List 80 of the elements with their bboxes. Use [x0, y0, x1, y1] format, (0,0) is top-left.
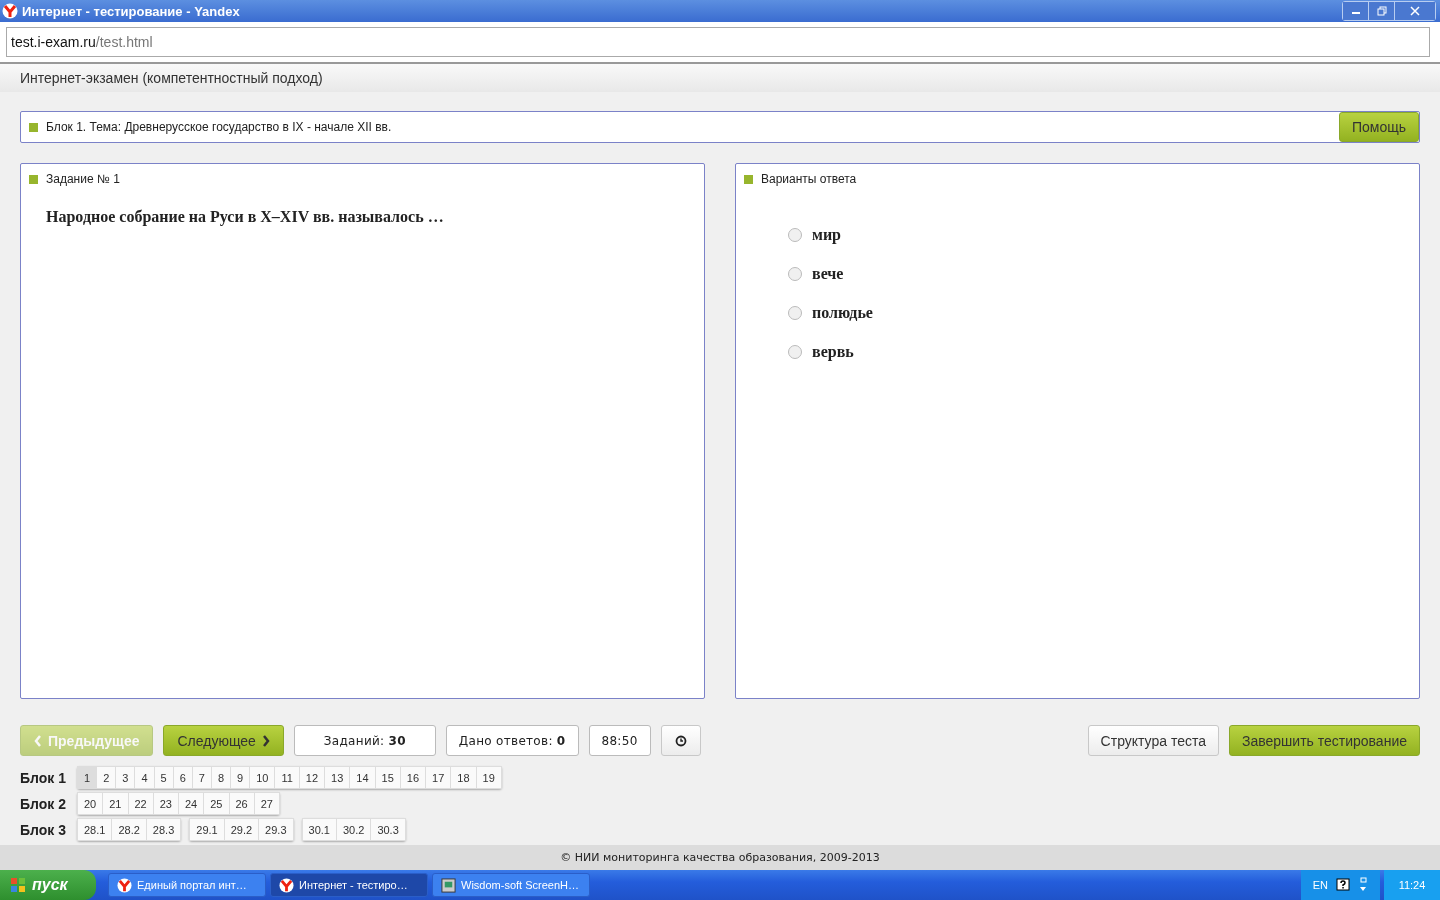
- close-icon: [1410, 6, 1420, 16]
- block-label: Блок 1: [20, 769, 67, 786]
- address-field[interactable]: test.i-exam.ru/test.html: [6, 27, 1430, 57]
- task-number-button[interactable]: 28.1: [77, 818, 113, 841]
- task-number-button[interactable]: 20: [77, 792, 104, 815]
- task-number-button[interactable]: 10: [250, 766, 276, 789]
- restore-icon: [1376, 6, 1387, 16]
- square-icon: [744, 174, 753, 184]
- radio-button[interactable]: [788, 345, 802, 359]
- task-number-button[interactable]: 22: [128, 792, 154, 815]
- block-label: Блок 3: [20, 821, 67, 838]
- timer: 88:50: [588, 725, 651, 756]
- help-button[interactable]: Помощь: [1338, 112, 1419, 142]
- window-title: Интернет - тестирование - Yandex: [22, 3, 240, 19]
- task-number-button[interactable]: 29.1: [189, 818, 225, 841]
- taskbar-item[interactable]: Wisdom-soft ScreenH…: [432, 873, 590, 897]
- task-number-button[interactable]: 19: [476, 766, 502, 789]
- answer-count: Дано ответов: 0: [458, 733, 566, 748]
- task-number-button[interactable]: 29.2: [224, 818, 260, 841]
- answer-option[interactable]: полюдье: [812, 304, 873, 322]
- task-number-button[interactable]: 14: [350, 766, 376, 789]
- task-number-button[interactable]: 12: [299, 766, 326, 789]
- finish-test-button[interactable]: Завершить тестирование: [1229, 725, 1420, 756]
- task-number-button[interactable]: 28.3: [146, 818, 182, 841]
- answer-option[interactable]: вече: [812, 265, 844, 283]
- task-number-button[interactable]: 13: [325, 766, 351, 789]
- square-icon: [29, 122, 38, 132]
- task-number-button[interactable]: 1: [77, 766, 98, 789]
- task-number-button[interactable]: 11: [275, 766, 300, 789]
- panel-title: Варианты ответа: [761, 172, 857, 186]
- answer-option[interactable]: вервь: [812, 343, 854, 361]
- radio-button[interactable]: [788, 267, 802, 281]
- clock-icon: [674, 734, 687, 747]
- task-number-button[interactable]: 29.3: [259, 818, 294, 841]
- task-number-button[interactable]: 30.1: [301, 818, 337, 841]
- next-button[interactable]: Следующее: [163, 725, 284, 756]
- restore-button[interactable]: [1369, 2, 1395, 20]
- task-number-button[interactable]: 23: [153, 792, 179, 815]
- task-number-button[interactable]: 15: [375, 766, 401, 789]
- windows-logo-icon: [10, 877, 26, 893]
- square-icon: [29, 174, 38, 184]
- task-number-button[interactable]: 18: [451, 766, 477, 789]
- chevron-left-icon: [34, 734, 42, 747]
- panel-title: Задание № 1: [46, 172, 120, 186]
- task-count: Заданий: 30: [323, 733, 406, 748]
- answer-option[interactable]: мир: [812, 226, 841, 244]
- task-number-button[interactable]: 3: [116, 766, 136, 789]
- task-number-button[interactable]: 4: [135, 766, 155, 789]
- block-topic: Блок 1. Тема: Древнерусское государство в IX - начале XII вв.: [46, 120, 392, 134]
- app-icon: [441, 877, 456, 893]
- task-number-button[interactable]: 28.2: [112, 818, 147, 841]
- task-number-button[interactable]: 27: [254, 792, 280, 815]
- browser-logo-icon: [2, 3, 18, 19]
- test-structure-button[interactable]: Структура теста: [1087, 725, 1219, 756]
- close-button[interactable]: [1395, 2, 1435, 20]
- minimize-button[interactable]: [1343, 2, 1369, 20]
- radio-button[interactable]: [788, 306, 802, 320]
- taskbar-item[interactable]: Единый портал инт…: [108, 873, 266, 897]
- task-number-button[interactable]: 26: [229, 792, 255, 815]
- task-number-button[interactable]: 21: [103, 792, 129, 815]
- task-number-button[interactable]: 30.2: [336, 818, 372, 841]
- browser-logo-icon: [279, 877, 294, 893]
- page-header: Интернет-экзамен (компетентностный подход): [20, 70, 323, 86]
- clock-button[interactable]: [660, 725, 701, 756]
- taskbar-item[interactable]: Интернет - тестиро…: [270, 873, 428, 897]
- task-number-button[interactable]: 24: [179, 792, 205, 815]
- chevron-right-icon: [261, 734, 270, 747]
- radio-button[interactable]: [788, 228, 802, 242]
- browser-logo-icon: [117, 877, 132, 893]
- task-number-button[interactable]: 30.3: [371, 818, 406, 841]
- task-number-button[interactable]: 9: [231, 766, 251, 789]
- task-number-button[interactable]: 2: [97, 766, 117, 789]
- task-number-button[interactable]: 17: [426, 766, 452, 789]
- question-text: Народное собрание на Руси в X–XIV вв. называлось …: [45, 207, 445, 228]
- task-number-button[interactable]: 25: [204, 792, 230, 815]
- task-number-button[interactable]: 16: [400, 766, 427, 789]
- clock-time: 11:24: [1384, 870, 1440, 900]
- block-label: Блок 2: [20, 795, 67, 812]
- copyright-text: © НИИ мониторинга качества образования, 2009-2013: [560, 851, 880, 864]
- help-icon[interactable]: [1336, 878, 1350, 892]
